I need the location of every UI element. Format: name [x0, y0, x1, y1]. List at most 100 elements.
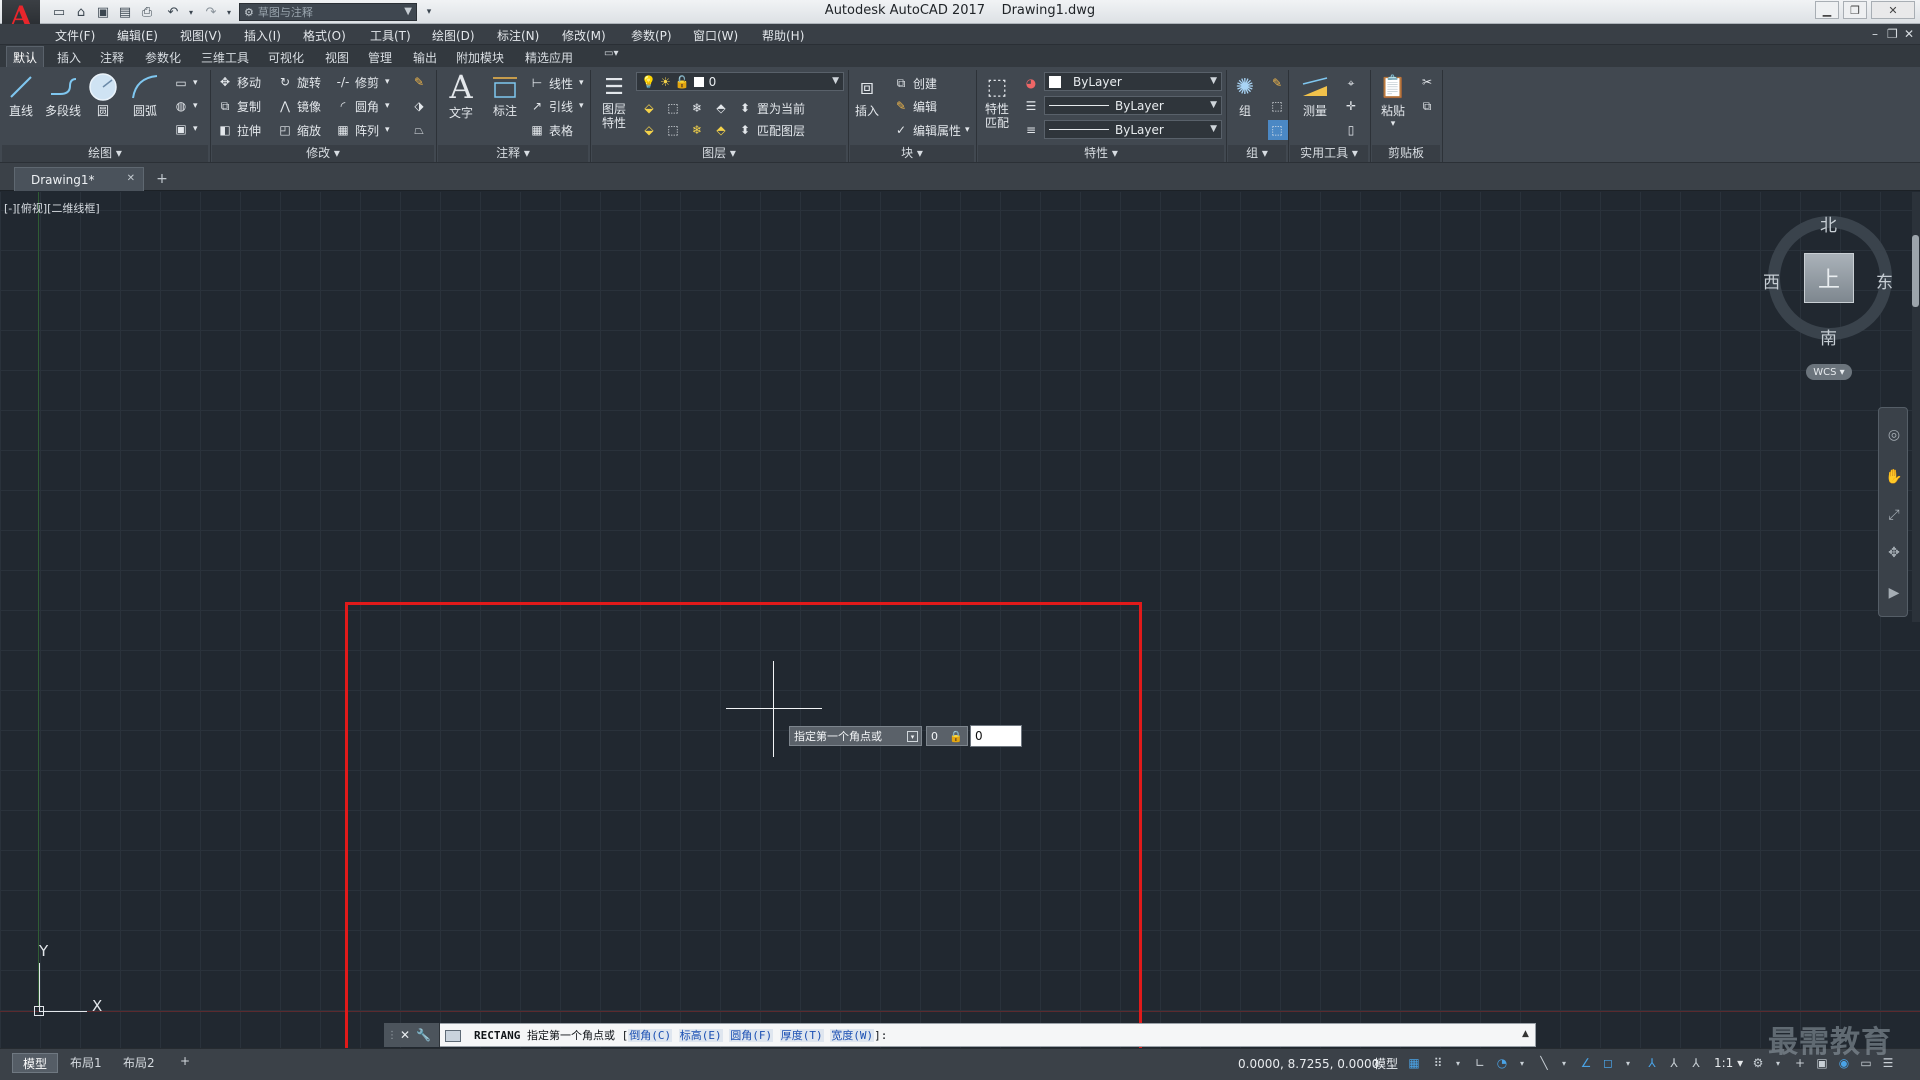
menu-parametric[interactable]: 参数(P)	[631, 27, 672, 44]
compass-south[interactable]: 南	[1820, 324, 1837, 349]
layout-tab-2[interactable]: 布局2	[113, 1053, 165, 1073]
tab-3d-tools[interactable]: 三维工具	[197, 49, 253, 66]
tab-view[interactable]: 视图	[321, 49, 353, 66]
polyline-button[interactable]: 多段线	[45, 72, 81, 119]
command-history-arrow-icon[interactable]: ▲	[1522, 1029, 1529, 1039]
layout-tab-1[interactable]: 布局1	[60, 1053, 112, 1073]
model-space-button[interactable]: 模型	[1374, 1055, 1398, 1072]
layer-tool-3[interactable]: ❄	[688, 98, 709, 118]
panel-utilities-title[interactable]: 实用工具 ▾	[1290, 145, 1368, 162]
menu-tools[interactable]: 工具(T)	[370, 27, 411, 44]
linear-dim-button[interactable]: ⊢ 线性 ▾	[528, 73, 584, 93]
panel-properties-title[interactable]: 特性 ▾	[978, 145, 1224, 162]
add-layout-button[interactable]: +	[170, 1053, 200, 1073]
option-thickness[interactable]: 厚度(T)	[779, 1029, 824, 1042]
wrench-icon[interactable]: 🔧	[416, 1028, 431, 1042]
match-layer-button[interactable]: ⬍ 匹配图层	[736, 120, 805, 140]
auto-scale-icon[interactable]: ⅄	[1666, 1055, 1682, 1071]
new-file-icon[interactable]: ▭	[50, 3, 68, 21]
grip-icon[interactable]: ⋮	[387, 1030, 397, 1041]
lineweight-icon-button[interactable]: ≡	[1022, 120, 1043, 140]
group-selection-toggle[interactable]: ⬚	[1268, 120, 1289, 140]
arc-button[interactable]: 圆弧	[130, 72, 160, 119]
erase-button[interactable]: ✎	[410, 72, 431, 92]
tab-default[interactable]: 默认	[6, 46, 45, 67]
panel-annotation-title[interactable]: 注释 ▾	[438, 145, 588, 162]
panel-layers-title[interactable]: 图层 ▾	[592, 145, 846, 162]
snap-icon[interactable]: ⠿	[1430, 1055, 1446, 1071]
customize-qat-icon[interactable]: ▾	[420, 3, 438, 21]
copy-button[interactable]: ⧉ 复制	[216, 96, 261, 116]
color-wheel-button[interactable]: ◕	[1022, 73, 1043, 93]
stretch-button[interactable]: ◧ 拉伸	[216, 120, 261, 140]
annotation-visibility-icon[interactable]: ⅄	[1644, 1055, 1660, 1071]
layout-tab-model[interactable]: 模型	[12, 1053, 59, 1073]
linetype-select[interactable]: ByLayer ▼	[1044, 96, 1222, 115]
set-current-button[interactable]: ⬍ 置为当前	[736, 98, 805, 118]
layer-properties-button[interactable]: ☰ 图层特性	[598, 72, 630, 131]
layer-tool-2[interactable]: ⬚	[664, 98, 685, 118]
leader-button[interactable]: ↗ 引线 ▾	[528, 96, 584, 116]
text-button[interactable]: A 文字	[446, 68, 476, 121]
isodraft-icon[interactable]: ╲	[1536, 1055, 1552, 1071]
object-snap-tracking-icon[interactable]: ∠	[1578, 1055, 1594, 1071]
compass-north[interactable]: 北	[1820, 211, 1837, 236]
scale-button[interactable]: ◰ 缩放	[276, 120, 321, 140]
recent-commands-icon[interactable]	[445, 1030, 461, 1042]
insert-block-button[interactable]: ⧈ 插入	[852, 72, 882, 119]
doc-close-icon[interactable]: ✕	[1904, 27, 1914, 41]
doc-minimize-icon[interactable]: –	[1872, 27, 1878, 41]
doc-restore-icon[interactable]: ❐	[1887, 27, 1898, 41]
panel-groups-title[interactable]: 组 ▾	[1228, 145, 1286, 162]
group-edit-button[interactable]: ⬚	[1268, 96, 1289, 116]
lineweight-select[interactable]: ByLayer ▼	[1044, 120, 1222, 139]
save-as-icon[interactable]: ▤	[116, 3, 134, 21]
minimize-button[interactable]: ▁	[1815, 1, 1839, 19]
layer-tool-7[interactable]: ❄	[688, 120, 709, 140]
menu-modify[interactable]: 修改(M)	[562, 27, 606, 44]
array-button[interactable]: ▦ 阵列 ▾	[334, 120, 389, 140]
explode-button[interactable]: ⬗	[410, 96, 431, 116]
edit-block-button[interactable]: ✎ 编辑	[892, 96, 937, 116]
document-tab[interactable]: Drawing1* ✕	[14, 167, 144, 191]
polar-dropdown-icon[interactable]: ▾	[1514, 1055, 1530, 1071]
paste-button[interactable]: 📋 粘贴 ▾	[1378, 72, 1408, 130]
isodraft-dropdown-icon[interactable]: ▾	[1556, 1055, 1572, 1071]
menu-insert[interactable]: 插入(I)	[244, 27, 281, 44]
menu-help[interactable]: 帮助(H)	[762, 27, 804, 44]
tab-insert[interactable]: 插入	[53, 49, 85, 66]
option-width[interactable]: 宽度(W)	[830, 1029, 875, 1042]
option-chamfer[interactable]: 倒角(C)	[628, 1029, 673, 1042]
dimension-button[interactable]: 标注	[490, 72, 520, 119]
coordinates-display[interactable]: 0.0000, 8.7255, 0.0000	[1238, 1057, 1379, 1071]
layer-tool-8[interactable]: ⬘	[712, 120, 733, 140]
workspace-select[interactable]: ⚙ 草图与注释 ▼	[239, 3, 417, 21]
new-tab-button[interactable]: +	[152, 171, 172, 187]
compass-west[interactable]: 西	[1763, 268, 1780, 293]
fillet-button[interactable]: ◜ 圆角 ▾	[334, 96, 390, 116]
group-button[interactable]: ✺ 组	[1230, 72, 1260, 119]
move-button[interactable]: ✥ 移动	[216, 72, 261, 92]
tab-output[interactable]: 输出	[409, 49, 441, 66]
table-button[interactable]: ▦ 表格	[528, 120, 573, 140]
menu-draw[interactable]: 绘图(D)	[432, 27, 475, 44]
layer-select[interactable]: 💡 ☀ 🔓 0 ▼	[636, 72, 844, 91]
menu-view[interactable]: 视图(V)	[180, 27, 222, 44]
tab-addins[interactable]: 附加模块	[452, 49, 508, 66]
annotation-scale-icon[interactable]: ⅄	[1688, 1055, 1704, 1071]
trim-button[interactable]: -/- 修剪 ▾	[334, 72, 390, 92]
redo-icon[interactable]: ↷	[202, 3, 220, 21]
option-elevation[interactable]: 标高(E)	[678, 1029, 723, 1042]
layer-tool-6[interactable]: ⬚	[664, 120, 685, 140]
ungroup-button[interactable]: ✎	[1268, 73, 1289, 93]
menu-format[interactable]: 格式(O)	[303, 27, 346, 44]
menu-window[interactable]: 窗口(W)	[693, 27, 738, 44]
polar-icon[interactable]: ◔	[1494, 1055, 1510, 1071]
edit-attributes-button[interactable]: ✓ 编辑属性 ▾	[892, 120, 970, 140]
create-block-button[interactable]: ⧉ 创建	[892, 73, 937, 93]
calculator-button[interactable]: ▯	[1342, 120, 1363, 140]
ortho-icon[interactable]: ∟	[1472, 1055, 1488, 1071]
menu-dimension[interactable]: 标注(N)	[497, 27, 539, 44]
hatch-button[interactable]: ◍ ▾	[172, 96, 198, 116]
restore-button[interactable]: ❐	[1843, 1, 1867, 19]
